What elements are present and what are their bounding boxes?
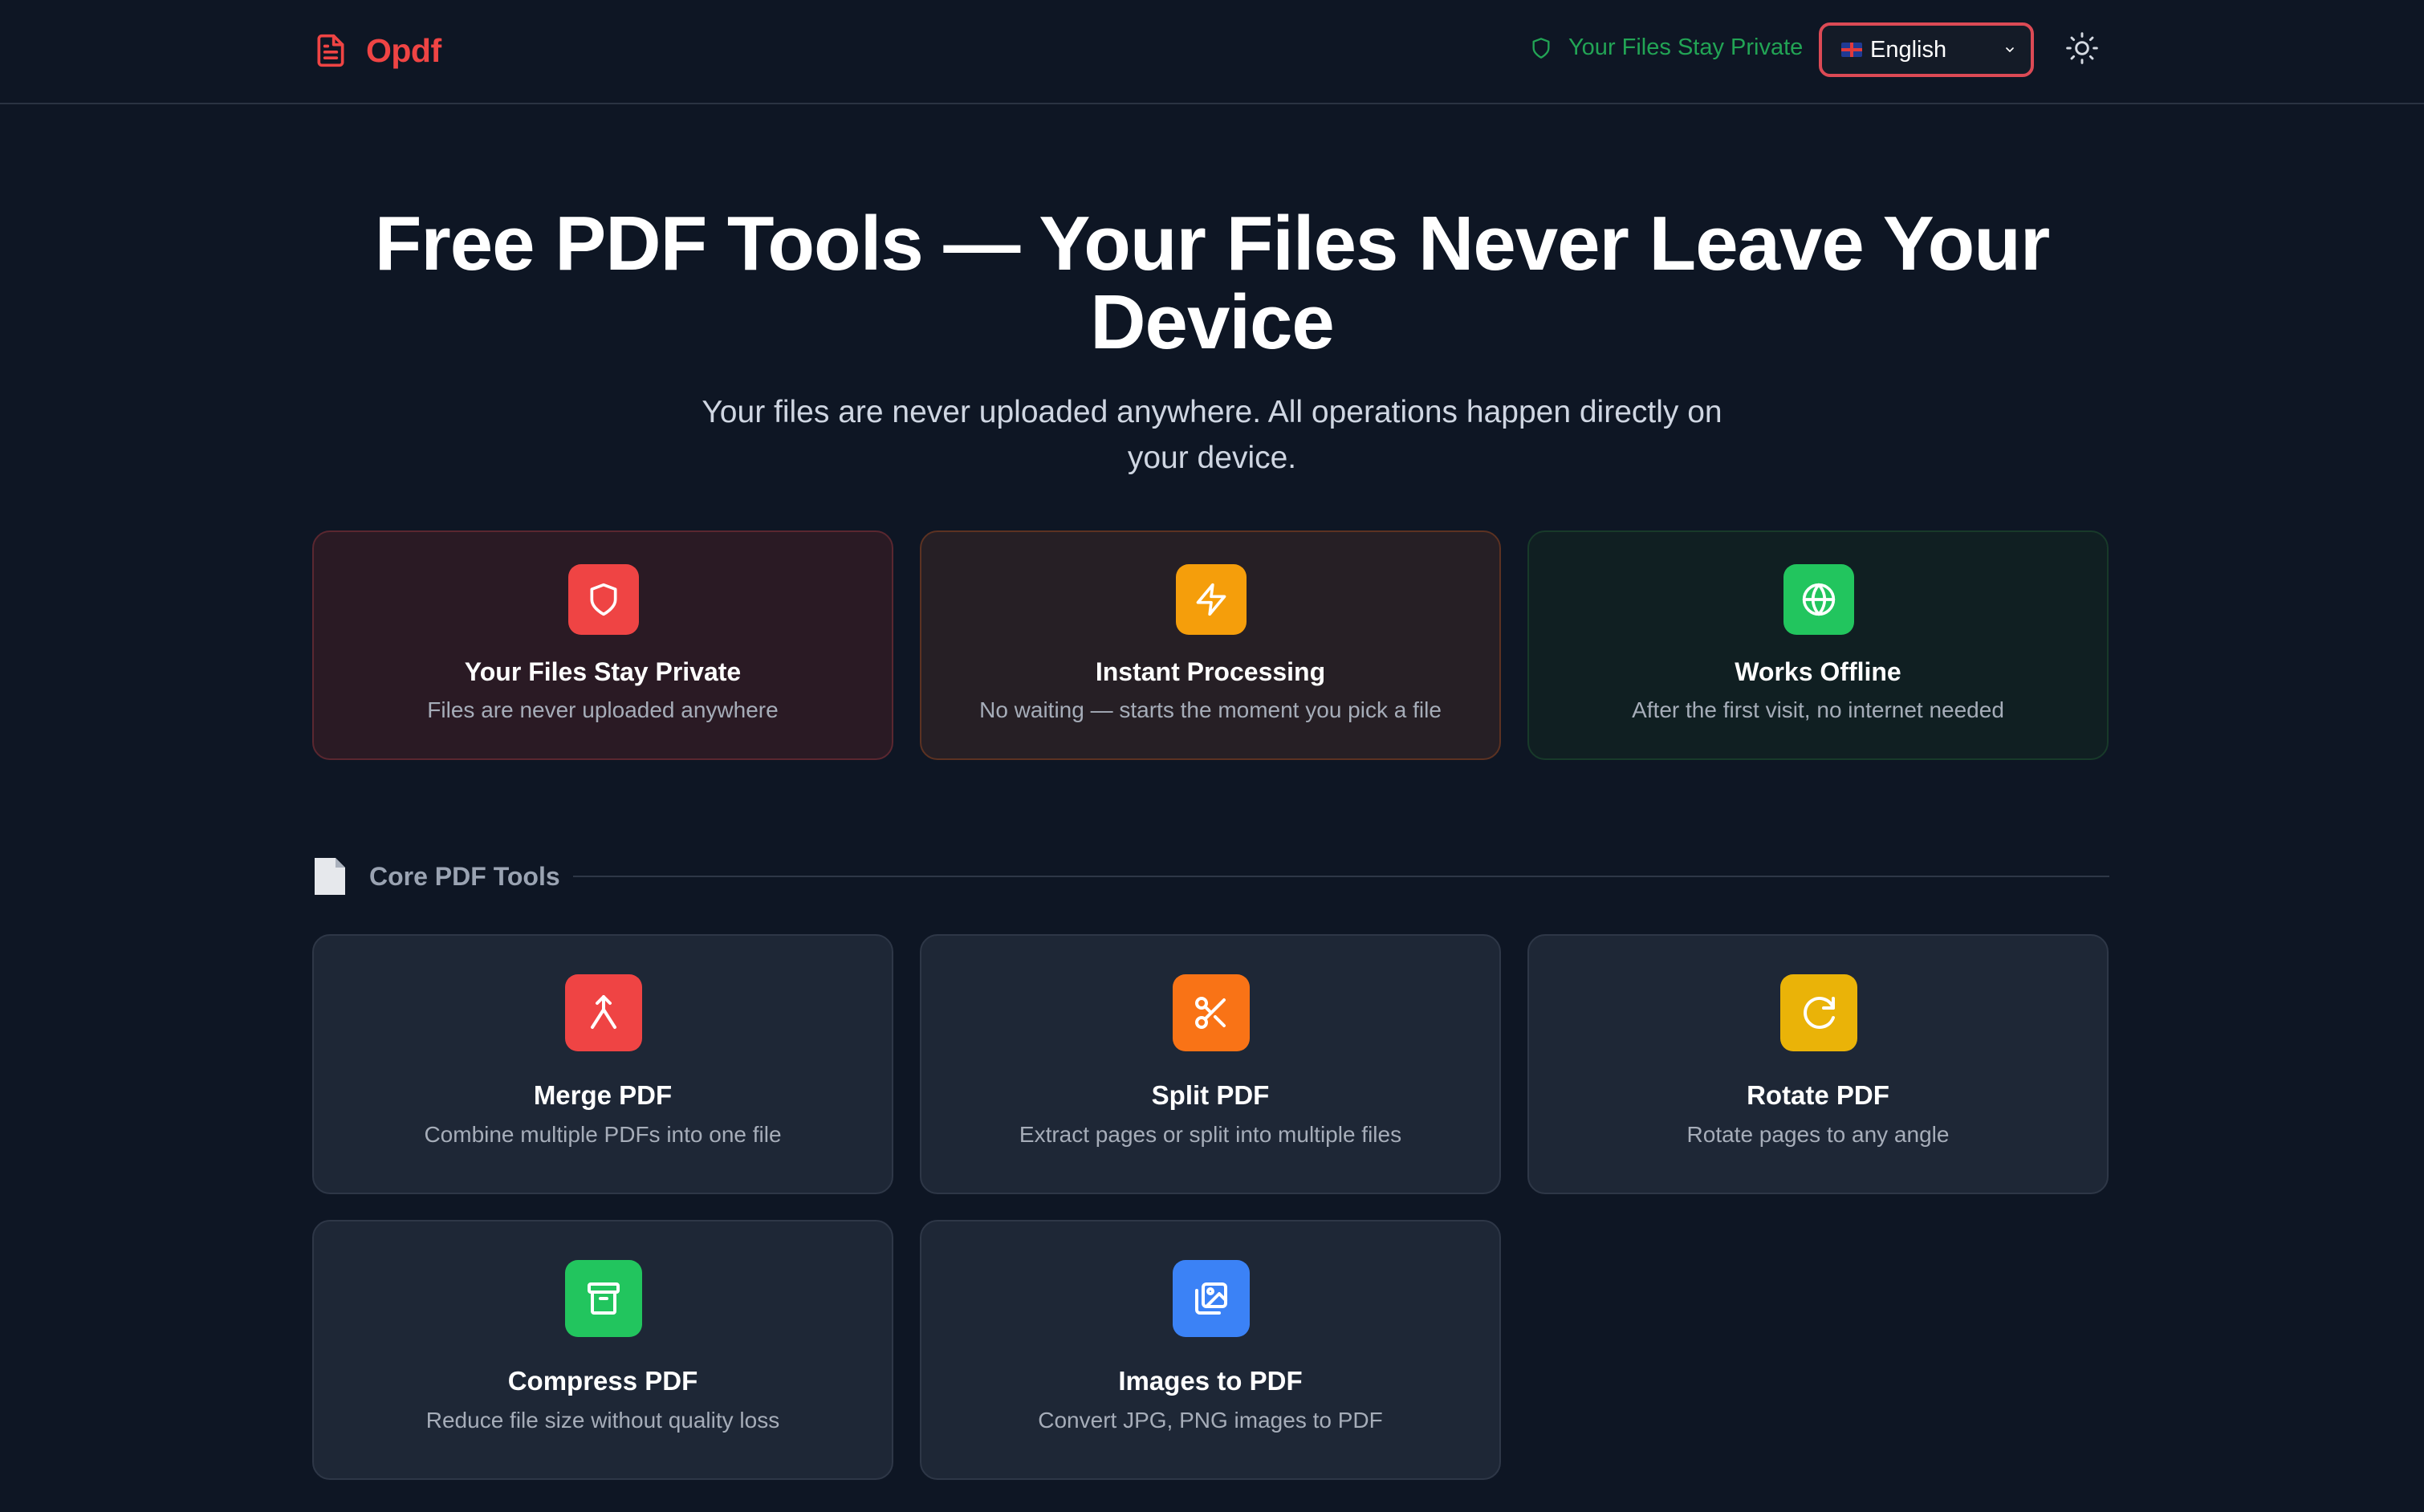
tool-icon-badge <box>565 974 642 1051</box>
feature-card-offline: Works Offline After the first visit, no … <box>1527 530 2109 760</box>
tool-desc: Extract pages or split into multiple fil… <box>1019 1122 1402 1147</box>
tool-card-images-to-pdf[interactable]: Images to PDF Convert JPG, PNG images to… <box>920 1220 1501 1480</box>
tool-card-rotate-pdf[interactable]: Rotate PDF Rotate pages to any angle <box>1527 934 2109 1194</box>
hero-subtitle: Your files are never uploaded anywhere. … <box>0 389 2424 481</box>
privacy-badge-label: Your Files Stay Private <box>1568 35 1804 60</box>
feature-title: Instant Processing <box>1095 657 1326 686</box>
section-divider <box>573 876 2109 877</box>
tool-card-compress-pdf[interactable]: Compress PDF Reduce file size without qu… <box>312 1220 893 1480</box>
tool-icon-badge <box>565 1260 642 1337</box>
tool-icon-badge <box>1780 974 1857 1051</box>
hero-subtitle-line-1: Your files are never uploaded anywhere. … <box>702 395 1722 429</box>
uk-flag-icon <box>1841 43 1862 57</box>
feature-card-private: Your Files Stay Private Files are never … <box>312 530 893 760</box>
feature-desc: After the first visit, no internet neede… <box>1632 697 2004 722</box>
tool-title: Images to PDF <box>1118 1366 1303 1396</box>
tool-title: Compress PDF <box>507 1366 698 1396</box>
feature-title: Your Files Stay Private <box>464 657 742 686</box>
feature-title: Works Offline <box>1735 657 1901 686</box>
tool-title: Rotate PDF <box>1747 1080 1889 1110</box>
feature-desc: No waiting — starts the moment you pick … <box>979 697 1442 722</box>
hero-subtitle-line-2: your device. <box>1127 441 1297 475</box>
tool-icon-badge <box>1173 1260 1250 1337</box>
section-title: Core PDF Tools <box>369 862 560 891</box>
document-icon <box>315 858 345 895</box>
tool-desc: Convert JPG, PNG images to PDF <box>1038 1408 1383 1433</box>
shield-icon <box>590 583 617 616</box>
feature-icon-badge <box>568 564 639 635</box>
rotate-icon <box>1804 997 1835 1029</box>
hero-title-line-2: Device <box>1090 279 1335 365</box>
language-select[interactable]: English <box>1819 22 2034 77</box>
logo[interactable]: Opdf <box>313 30 441 71</box>
globe-icon <box>1802 583 1836 616</box>
feature-desc: Files are never uploaded anywhere <box>427 697 779 722</box>
lightning-icon <box>1196 583 1226 616</box>
tool-title: Split PDF <box>1151 1080 1270 1110</box>
chevron-down-icon <box>2006 47 2014 52</box>
tool-title: Merge PDF <box>533 1080 673 1110</box>
hero-title-line-1: Free PDF Tools — Your Files Never Leave … <box>374 201 2050 287</box>
logo-text: Opdf <box>366 31 441 69</box>
tool-desc: Reduce file size without quality loss <box>425 1408 780 1433</box>
archive-icon <box>588 1282 620 1315</box>
top-header: Opdf Your Files Stay Private English <box>0 0 2424 104</box>
hero-title: Free PDF Tools — Your Files Never Leave … <box>0 205 2424 362</box>
sun-icon[interactable] <box>2064 30 2100 66</box>
tool-desc: Rotate pages to any angle <box>1686 1122 1950 1147</box>
feature-card-instant: Instant Processing No waiting — starts t… <box>920 530 1501 760</box>
images-icon <box>1195 1282 1227 1315</box>
feature-icon-badge <box>1783 564 1854 635</box>
merge-icon <box>591 995 616 1029</box>
tool-card-split-pdf[interactable]: Split PDF Extract pages or split into mu… <box>920 934 1501 1194</box>
pdf-file-icon <box>317 34 344 67</box>
privacy-badge: Your Files Stay Private <box>1530 35 1803 61</box>
tool-icon-badge <box>1173 974 1250 1051</box>
language-selected-value: English <box>1870 36 1947 63</box>
scissors-icon <box>1195 997 1226 1029</box>
section-heading-core-tools: Core PDF Tools <box>313 856 2109 896</box>
feature-icon-badge <box>1176 564 1247 635</box>
tool-desc: Combine multiple PDFs into one file <box>424 1122 782 1147</box>
tool-card-merge-pdf[interactable]: Merge PDF Combine multiple PDFs into one… <box>312 934 893 1194</box>
shield-icon <box>1532 37 1550 59</box>
